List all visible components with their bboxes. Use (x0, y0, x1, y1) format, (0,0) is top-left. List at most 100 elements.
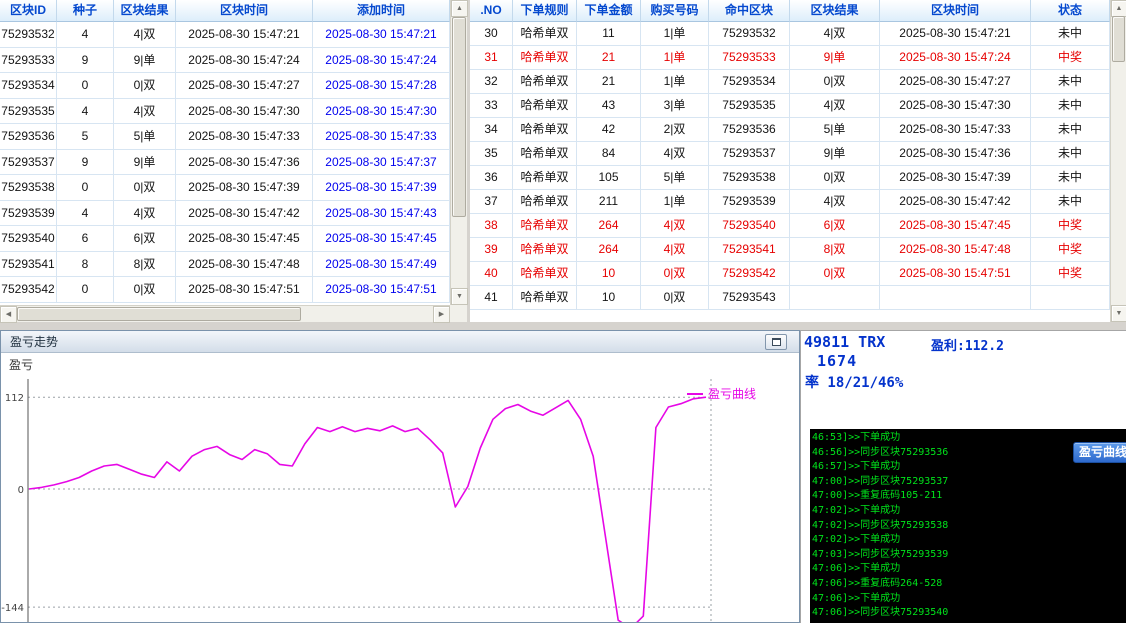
table-cell: 1|单 (641, 70, 709, 94)
order-col-header-5[interactable]: 命中区块 (709, 0, 790, 22)
table-cell: 75293539 (0, 201, 57, 227)
table-cell: 75293534 (709, 70, 790, 94)
block-table-row[interactable]: 7529353655|单2025-08-30 15:47:332025-08-3… (0, 124, 450, 150)
order-table-row[interactable]: 33哈希单双433|单752935354|双2025-08-30 15:47:3… (470, 94, 1110, 118)
table-cell: 0 (57, 277, 114, 303)
block-col-header-2[interactable]: 种子 (57, 0, 114, 22)
table-cell: 75293534 (0, 73, 57, 99)
restore-button[interactable] (765, 334, 787, 350)
block-col-header-3[interactable]: 区块结果 (114, 0, 176, 22)
block-table-row[interactable]: 7529354188|双2025-08-30 15:47:482025-08-3… (0, 252, 450, 278)
table-cell: 34 (470, 118, 513, 142)
balance-text: 49811 TRX (804, 333, 885, 351)
table-cell: 75293540 (709, 214, 790, 238)
table-cell: 75293532 (0, 22, 57, 48)
order-col-header-1[interactable]: .NO (470, 0, 513, 22)
table-cell: 哈希单双 (513, 238, 577, 262)
vscrollbar-thumb[interactable] (452, 17, 466, 217)
order-table-row[interactable]: 34哈希单双422|双752935365|单2025-08-30 15:47:3… (470, 118, 1110, 142)
table-cell: 6|双 (114, 226, 176, 252)
order-table-row[interactable]: 41哈希单双100|双75293543 (470, 286, 1110, 310)
table-cell: 2025-08-30 15:47:45 (313, 226, 450, 252)
table-cell: 未中 (1031, 94, 1110, 118)
block-col-header-4[interactable]: 区块时间 (176, 0, 313, 22)
order-col-header-2[interactable]: 下单规则 (513, 0, 577, 22)
table-cell: 75293541 (0, 252, 57, 278)
block-table-row[interactable]: 7529354200|双2025-08-30 15:47:512025-08-3… (0, 277, 450, 303)
order-table-row[interactable]: 36哈希单双1055|单752935380|双2025-08-30 15:47:… (470, 166, 1110, 190)
table-cell: 未中 (1031, 118, 1110, 142)
block-table-row[interactable]: 7529353544|双2025-08-30 15:47:302025-08-3… (0, 99, 450, 125)
block-table-row[interactable]: 7529353244|双2025-08-30 15:47:212025-08-3… (0, 22, 450, 48)
log-line: 47:06]>>下单成功 (812, 562, 1126, 577)
block-table-hscrollbar[interactable]: ◀ ▶ (0, 305, 450, 322)
scroll-left-button[interactable]: ◀ (0, 306, 17, 323)
table-cell: 0 (57, 175, 114, 201)
block-table-header: 区块ID种子区块结果区块时间添加时间 (0, 0, 450, 22)
scroll-up-button[interactable]: ▲ (451, 0, 468, 17)
order-table-vscrollbar[interactable]: ▲ ▼ (1110, 0, 1126, 322)
block-table-row[interactable]: 7529353944|双2025-08-30 15:47:422025-08-3… (0, 201, 450, 227)
order-table-row[interactable]: 30哈希单双111|单752935324|双2025-08-30 15:47:2… (470, 22, 1110, 46)
table-cell: 8|双 (790, 238, 880, 262)
order-table-row[interactable]: 40哈希单双100|双752935420|双2025-08-30 15:47:5… (470, 262, 1110, 286)
table-cell: 43 (577, 94, 641, 118)
svg-text:0: 0 (18, 485, 24, 496)
scroll-down-button[interactable]: ▼ (1111, 305, 1126, 322)
legend-label: 盈亏曲线 (708, 385, 756, 402)
table-cell: 2025-08-30 15:47:42 (176, 201, 313, 227)
block-table-row[interactable]: 7529353399|单2025-08-30 15:47:242025-08-3… (0, 48, 450, 74)
table-cell: 0 (57, 73, 114, 99)
order-col-header-7[interactable]: 区块时间 (880, 0, 1031, 22)
order-table-row[interactable]: 37哈希单双2111|单752935394|双2025-08-30 15:47:… (470, 190, 1110, 214)
block-table-vscrollbar[interactable]: ▲ ▼ (450, 0, 467, 305)
order-col-header-4[interactable]: 购买号码 (641, 0, 709, 22)
block-table-row[interactable]: 7529353800|双2025-08-30 15:47:392025-08-3… (0, 175, 450, 201)
order-table-panel: .NO下单规则下单金额购买号码命中区块区块结果区块时间状态 30哈希单双111|… (470, 0, 1126, 322)
order-table-row[interactable]: 39哈希单双2644|双752935418|双2025-08-30 15:47:… (470, 238, 1110, 262)
table-cell: 2025-08-30 15:47:27 (176, 73, 313, 99)
table-cell: 32 (470, 70, 513, 94)
table-cell: 2025-08-30 15:47:51 (176, 277, 313, 303)
block-table-row[interactable]: 7529353400|双2025-08-30 15:47:272025-08-3… (0, 73, 450, 99)
legend-line-swatch (687, 393, 703, 395)
order-table-row[interactable]: 35哈希单双844|双752935379|单2025-08-30 15:47:3… (470, 142, 1110, 166)
profit-line-chart: 1120-144 (1, 353, 799, 622)
order-table-row[interactable]: 38哈希单双2644|双752935406|双2025-08-30 15:47:… (470, 214, 1110, 238)
vscrollbar-thumb[interactable] (1112, 16, 1125, 62)
scroll-up-button[interactable]: ▲ (1111, 0, 1126, 17)
block-col-header-5[interactable]: 添加时间 (313, 0, 450, 22)
table-cell: 4|双 (641, 214, 709, 238)
block-table-row[interactable]: 7529353799|单2025-08-30 15:47:362025-08-3… (0, 150, 450, 176)
order-col-header-3[interactable]: 下单金额 (577, 0, 641, 22)
table-cell: 中奖 (1031, 46, 1110, 70)
table-cell: 10 (577, 262, 641, 286)
table-cell: 4|双 (114, 201, 176, 227)
scroll-right-button[interactable]: ▶ (433, 306, 450, 323)
order-table-row[interactable]: 31哈希单双211|单752935339|单2025-08-30 15:47:2… (470, 46, 1110, 70)
profit-trend-titlebar[interactable]: 盈亏走势 (1, 331, 799, 353)
order-table-body: 30哈希单双111|单752935324|双2025-08-30 15:47:2… (470, 22, 1110, 322)
order-col-header-6[interactable]: 区块结果 (790, 0, 880, 22)
scroll-down-button[interactable]: ▼ (451, 288, 468, 305)
table-cell: 5|单 (641, 166, 709, 190)
hscrollbar-thumb[interactable] (17, 307, 301, 321)
table-cell: 6|双 (790, 214, 880, 238)
table-cell: 哈希单双 (513, 142, 577, 166)
table-cell: 75293542 (709, 262, 790, 286)
table-cell: 0|双 (790, 70, 880, 94)
order-table-row[interactable]: 32哈希单双211|单752935340|双2025-08-30 15:47:2… (470, 70, 1110, 94)
block-table-row[interactable]: 7529354066|双2025-08-30 15:47:452025-08-3… (0, 226, 450, 252)
table-cell: 哈希单双 (513, 214, 577, 238)
table-cell: 2025-08-30 15:47:33 (176, 124, 313, 150)
profit-curve-button[interactable]: 盈亏曲线 (1073, 442, 1126, 463)
window-title: 盈亏走势 (10, 333, 58, 350)
table-cell: 75293535 (0, 99, 57, 125)
table-cell: 哈希单双 (513, 190, 577, 214)
table-cell: 5 (57, 124, 114, 150)
order-col-header-8[interactable]: 状态 (1031, 0, 1110, 22)
table-cell: 2025-08-30 15:47:21 (176, 22, 313, 48)
block-col-header-1[interactable]: 区块ID (0, 0, 57, 22)
table-cell: 211 (577, 190, 641, 214)
table-cell: 4 (57, 22, 114, 48)
